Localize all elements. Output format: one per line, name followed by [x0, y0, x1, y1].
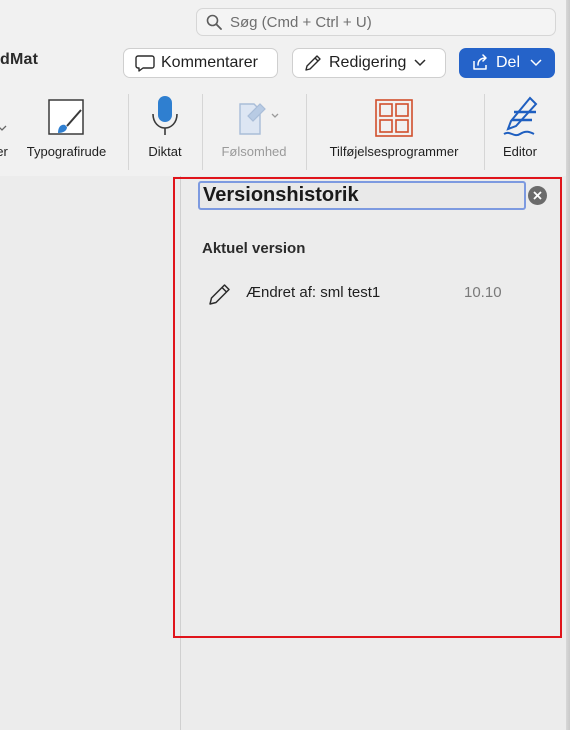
version-history-pane [181, 176, 570, 730]
window-edge [566, 0, 570, 730]
ribbon-separator [128, 94, 129, 170]
add-ins-button[interactable]: Tilføjelsesprogrammer [318, 90, 470, 176]
add-ins-icon [375, 99, 413, 137]
sensitivity-icon [239, 103, 279, 135]
version-author: Ændret af: sml test1 [246, 284, 381, 301]
styles-pane-icon [47, 99, 84, 135]
editor-pen-icon [503, 96, 538, 137]
search-icon [206, 14, 222, 30]
dictate-button[interactable]: Diktat [139, 90, 191, 176]
editing-label: Redigering [329, 54, 407, 71]
current-version-heading: Aktuel version [202, 240, 306, 257]
title-bar: Søg (Cmd + Ctrl + U) dMat Kommentarer Re… [0, 0, 570, 90]
chevron-down-icon [414, 59, 426, 67]
microphone-icon [152, 96, 178, 135]
ribbon-item-label: Tilføjelsesprogrammer [329, 144, 459, 159]
comment-icon [135, 55, 155, 72]
comments-button[interactable]: Kommentarer [123, 48, 278, 78]
editor-button[interactable]: Editor [496, 90, 544, 176]
chevron-down-icon [530, 59, 542, 67]
styles-pane-button[interactable]: Typografirude [20, 90, 113, 176]
version-time: 10.10 [464, 284, 502, 301]
pencil-icon [209, 284, 230, 305]
share-icon [473, 54, 487, 70]
document-canvas[interactable] [0, 176, 181, 730]
pane-title: Versionshistorik [198, 181, 526, 210]
pencil-icon [305, 55, 321, 71]
share-label: Del [496, 54, 521, 71]
editing-mode-button[interactable]: Redigering [292, 48, 446, 78]
ribbon-item-cropped[interactable]: er [0, 90, 14, 176]
version-list-item[interactable]: Ændret af: sml test1 10.10 [202, 278, 522, 308]
comments-label: Kommentarer [161, 54, 258, 71]
share-button[interactable]: Del [459, 48, 555, 78]
close-pane-button[interactable] [528, 186, 547, 205]
ribbon-item-label: Følsomhed [221, 144, 287, 159]
ribbon-separator [484, 94, 485, 170]
ribbon-separator [306, 94, 307, 170]
close-icon [533, 191, 542, 200]
ribbon-toolbar: er Typografirude Diktat [0, 90, 570, 177]
document-title: dMat [0, 51, 39, 68]
ribbon-item-label: Diktat [148, 144, 182, 159]
ribbon-separator [202, 94, 203, 170]
chevron-down-icon [0, 90, 7, 138]
search-box[interactable]: Søg (Cmd + Ctrl + U) [196, 8, 556, 36]
ribbon-item-label: Editor [503, 144, 537, 159]
ribbon-item-label: Typografirude [26, 144, 107, 159]
search-placeholder: Søg (Cmd + Ctrl + U) [230, 13, 372, 31]
ribbon-item-label: er [0, 144, 8, 159]
sensitivity-button[interactable]: Følsomhed [212, 90, 296, 176]
